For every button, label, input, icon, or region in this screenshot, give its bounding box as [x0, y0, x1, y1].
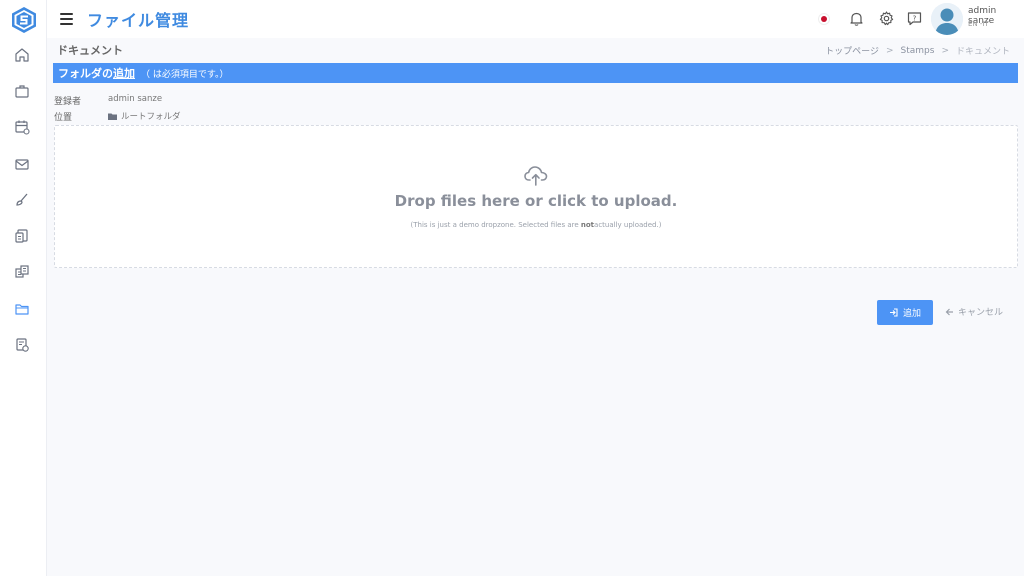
- document-icon[interactable]: [13, 227, 31, 245]
- breadcrumb: トップページ > Stamps > ドキュメント: [825, 44, 1010, 58]
- registrant-value: admin sanze: [108, 94, 162, 104]
- cloud-upload-icon: [523, 163, 549, 187]
- briefcase-icon[interactable]: [13, 82, 31, 100]
- calendar-icon[interactable]: [13, 118, 31, 136]
- gear-icon[interactable]: [878, 10, 895, 27]
- required-note: （ は必須項目です。）: [141, 69, 229, 80]
- add-button-label: 追加: [902, 308, 921, 318]
- folder-small-icon: [108, 113, 117, 120]
- registrant-name: admin sanze: [108, 94, 163, 104]
- files-icon[interactable]: [13, 263, 31, 281]
- location-value: ルートフォルダ: [108, 110, 181, 122]
- cancel-button-label: キャンセル: [958, 308, 1004, 318]
- form-header-bar: フォルダの追加 （ は必須項目です。）: [53, 63, 1018, 83]
- file-dropzone[interactable]: Drop files here or click to upload. (Thi…: [54, 125, 1018, 268]
- form-title: フォルダの追加: [58, 65, 135, 81]
- add-button[interactable]: 追加: [877, 300, 933, 325]
- dropzone-note-before: (This is just a demo dropzone. Selected …: [410, 221, 581, 229]
- sign-in-icon: [889, 308, 898, 317]
- dropzone-note-bold: not: [580, 221, 595, 229]
- sidebar: [0, 0, 47, 576]
- home-icon[interactable]: [13, 46, 31, 64]
- dropzone-note-after: actually uploaded.): [594, 221, 662, 229]
- app-title: ファイル管理: [87, 11, 190, 30]
- page-title: ドキュメント: [57, 44, 123, 57]
- report-icon[interactable]: [13, 336, 31, 354]
- menu-icon[interactable]: [60, 13, 73, 25]
- app-logo[interactable]: [11, 6, 37, 34]
- bell-icon[interactable]: [848, 10, 865, 27]
- location-name: ルートフォルダ: [121, 112, 181, 122]
- user-language: EN -IT: [968, 20, 989, 28]
- avatar[interactable]: [931, 3, 963, 35]
- help-icon[interactable]: ?: [906, 10, 923, 27]
- cancel-button[interactable]: キャンセル: [945, 305, 1003, 318]
- registrant-label: 登録者: [54, 97, 82, 107]
- arrow-left-icon: [945, 308, 953, 315]
- dropzone-message: Drop files here or click to upload.: [394, 192, 678, 210]
- top-bar: ファイル管理 ? admin sanze EN -IT: [47, 0, 1024, 38]
- breadcrumb-separator: >: [941, 45, 949, 56]
- breadcrumb-item-stamps[interactable]: Stamps: [901, 46, 935, 56]
- breadcrumb-item-top[interactable]: トップページ: [825, 44, 879, 57]
- mail-icon[interactable]: [13, 155, 31, 173]
- breadcrumb-separator: >: [885, 45, 894, 56]
- dropzone-note: (This is just a demo dropzone. Selected …: [55, 221, 1017, 229]
- brush-icon[interactable]: [13, 191, 31, 209]
- location-label: 位置: [54, 113, 73, 123]
- form-title-emphasis: 追加: [113, 67, 135, 80]
- svg-text:?: ?: [913, 15, 917, 23]
- form-title-prefix: フォルダの: [58, 67, 113, 80]
- folder-icon[interactable]: [13, 300, 31, 318]
- language-flag-icon[interactable]: [818, 13, 830, 25]
- breadcrumb-item-current: ドキュメント: [955, 47, 1010, 57]
